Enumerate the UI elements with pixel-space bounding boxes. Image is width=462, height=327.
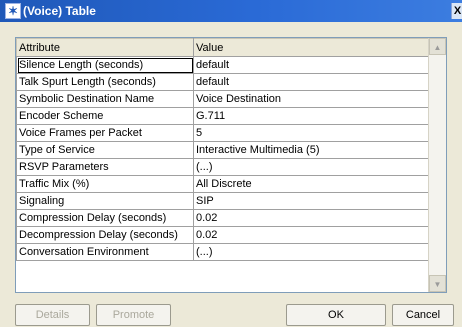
details-button[interactable]: Details [15, 304, 90, 326]
app-star-icon: ✶ [5, 3, 21, 19]
attribute-cell[interactable]: Conversation Environment [16, 243, 194, 261]
table-row[interactable]: Signaling SIP [16, 192, 429, 210]
attribute-cell[interactable]: Talk Spurt Length (seconds) [16, 73, 194, 91]
table-row[interactable]: Traffic Mix (%) All Discrete [16, 175, 429, 193]
attribute-cell[interactable]: RSVP Parameters [16, 158, 194, 176]
value-cell[interactable]: Interactive Multimedia (5) [193, 141, 429, 159]
attribute-cell[interactable]: Signaling [16, 192, 194, 210]
cancel-button[interactable]: Cancel [392, 304, 454, 326]
column-header-attribute[interactable]: Attribute [16, 38, 194, 57]
promote-button[interactable]: Promote [96, 304, 171, 326]
scroll-down-arrow-icon[interactable]: ▼ [429, 275, 446, 292]
attribute-cell[interactable]: Type of Service [16, 141, 194, 159]
table-header-row: Attribute Value [16, 38, 429, 57]
vertical-scrollbar[interactable]: ▲ ▼ [428, 38, 446, 292]
table-row[interactable]: Encoder Scheme G.711 [16, 107, 429, 125]
attribute-cell[interactable]: Traffic Mix (%) [16, 175, 194, 193]
table-row[interactable]: Type of Service Interactive Multimedia (… [16, 141, 429, 159]
scroll-up-arrow-icon[interactable]: ▲ [429, 38, 446, 55]
value-cell[interactable]: 5 [193, 124, 429, 142]
table-row[interactable]: Compression Delay (seconds) 0.02 [16, 209, 429, 227]
value-cell[interactable]: (...) [193, 243, 429, 261]
ok-button[interactable]: OK [286, 304, 386, 326]
table-row[interactable]: Voice Frames per Packet 5 [16, 124, 429, 142]
title-bar[interactable]: ✶ (Voice) Table X [0, 0, 462, 22]
attribute-table: Attribute Value Silence Length (seconds)… [15, 37, 447, 293]
value-cell[interactable]: SIP [193, 192, 429, 210]
attribute-grid: Attribute Value Silence Length (seconds)… [16, 38, 429, 261]
attribute-cell[interactable]: Compression Delay (seconds) [16, 209, 194, 227]
value-cell[interactable]: G.711 [193, 107, 429, 125]
attribute-cell[interactable]: Encoder Scheme [16, 107, 194, 125]
table-row[interactable]: Conversation Environment (...) [16, 243, 429, 261]
value-cell[interactable]: (...) [193, 158, 429, 176]
value-cell[interactable]: default [193, 73, 429, 91]
attribute-cell[interactable]: Voice Frames per Packet [16, 124, 194, 142]
table-row[interactable]: Talk Spurt Length (seconds) default [16, 73, 429, 91]
close-button[interactable]: X [451, 3, 462, 19]
attribute-cell[interactable]: Symbolic Destination Name [16, 90, 194, 108]
value-cell[interactable]: 0.02 [193, 209, 429, 227]
table-row[interactable]: RSVP Parameters (...) [16, 158, 429, 176]
value-cell[interactable]: Voice Destination [193, 90, 429, 108]
window-title: (Voice) Table [23, 4, 96, 18]
table-row[interactable]: Decompression Delay (seconds) 0.02 [16, 226, 429, 244]
table-row[interactable]: Symbolic Destination Name Voice Destinat… [16, 90, 429, 108]
table-row[interactable]: Silence Length (seconds) default [16, 56, 429, 74]
column-header-value[interactable]: Value [193, 38, 429, 57]
attribute-cell[interactable]: Silence Length (seconds) [16, 56, 194, 74]
value-cell[interactable]: default [193, 56, 429, 74]
attribute-cell[interactable]: Decompression Delay (seconds) [16, 226, 194, 244]
value-cell[interactable]: 0.02 [193, 226, 429, 244]
value-cell[interactable]: All Discrete [193, 175, 429, 193]
